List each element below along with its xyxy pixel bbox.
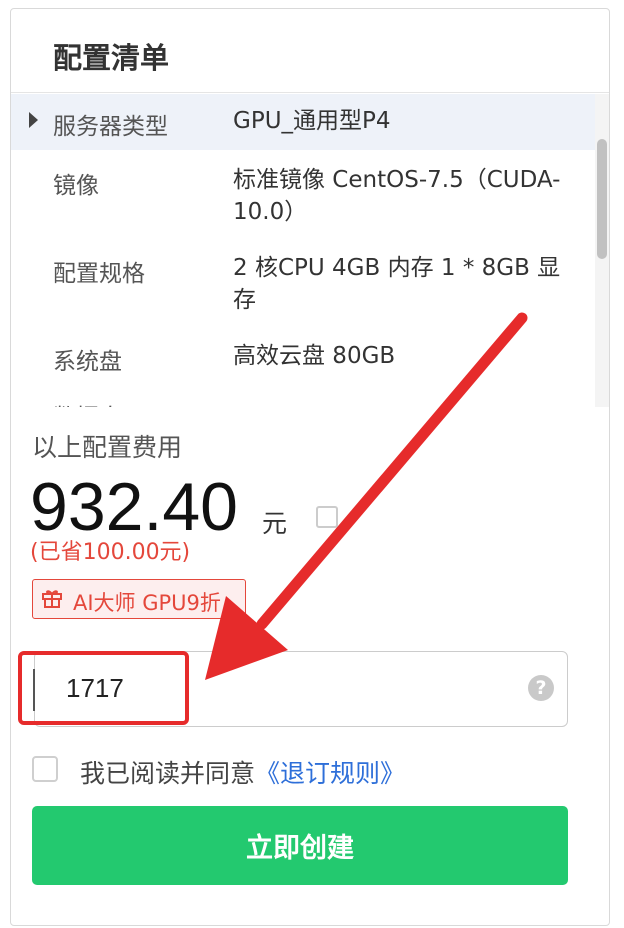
- agreement-label: 我已阅读并同意: [80, 759, 256, 788]
- config-value: 2 核CPU 4GB 内存 1 * 8GB 显存: [233, 255, 561, 313]
- help-icon[interactable]: ?: [528, 675, 554, 701]
- refund-rules-link[interactable]: 《退订规则》: [255, 759, 405, 788]
- config-label: 服务器类型: [53, 114, 168, 140]
- expand-triangle-icon[interactable]: [29, 112, 38, 128]
- gift-icon: [42, 590, 62, 608]
- panel-header: 配置清单: [11, 9, 609, 93]
- scrollbar-thumb[interactable]: [597, 139, 607, 259]
- config-label: 数据盘: [53, 398, 122, 407]
- agree-checkbox[interactable]: [32, 756, 58, 782]
- config-row-spec: 配置规格 2 核CPU 4GB 内存 1 * 8GB 显存: [11, 238, 595, 326]
- promo-text: AI大师 GPU9折: [73, 591, 221, 615]
- config-row-server-type[interactable]: 服务器类型 GPU_通用型P4: [11, 94, 595, 150]
- config-label: 系统盘: [53, 349, 122, 375]
- panel-title: 配置清单: [53, 41, 170, 75]
- config-list[interactable]: 服务器类型 GPU_通用型P4 镜像 标准镜像 CentOS-7.5（CUDA-…: [11, 94, 609, 407]
- config-row-data-disk: 数据盘: [11, 382, 595, 407]
- price-detail-icon[interactable]: [316, 506, 338, 528]
- config-row-system-disk: 系统盘 高效云盘 80GB: [11, 326, 595, 382]
- create-now-button[interactable]: 立即创建: [32, 806, 568, 885]
- config-value: GPU_通用型P4: [233, 108, 391, 134]
- config-value: 标准镜像 CentOS-7.5（CUDA-10.0）: [233, 167, 561, 225]
- config-label: 配置规格: [53, 261, 145, 287]
- config-row-image: 镜像 标准镜像 CentOS-7.5（CUDA-10.0）: [11, 150, 595, 238]
- annotation-highlight-box: [18, 651, 189, 725]
- promo-badge: AI大师 GPU9折: [32, 579, 246, 619]
- cost-label: 以上配置费用: [32, 433, 183, 462]
- agreement-text: 我已阅读并同意《退订规则》: [80, 754, 405, 790]
- config-label: 镜像: [53, 173, 99, 199]
- saved-amount: (已省100.00元): [30, 540, 191, 565]
- price-unit: 元: [262, 509, 288, 538]
- config-value: 高效云盘 80GB: [233, 343, 396, 369]
